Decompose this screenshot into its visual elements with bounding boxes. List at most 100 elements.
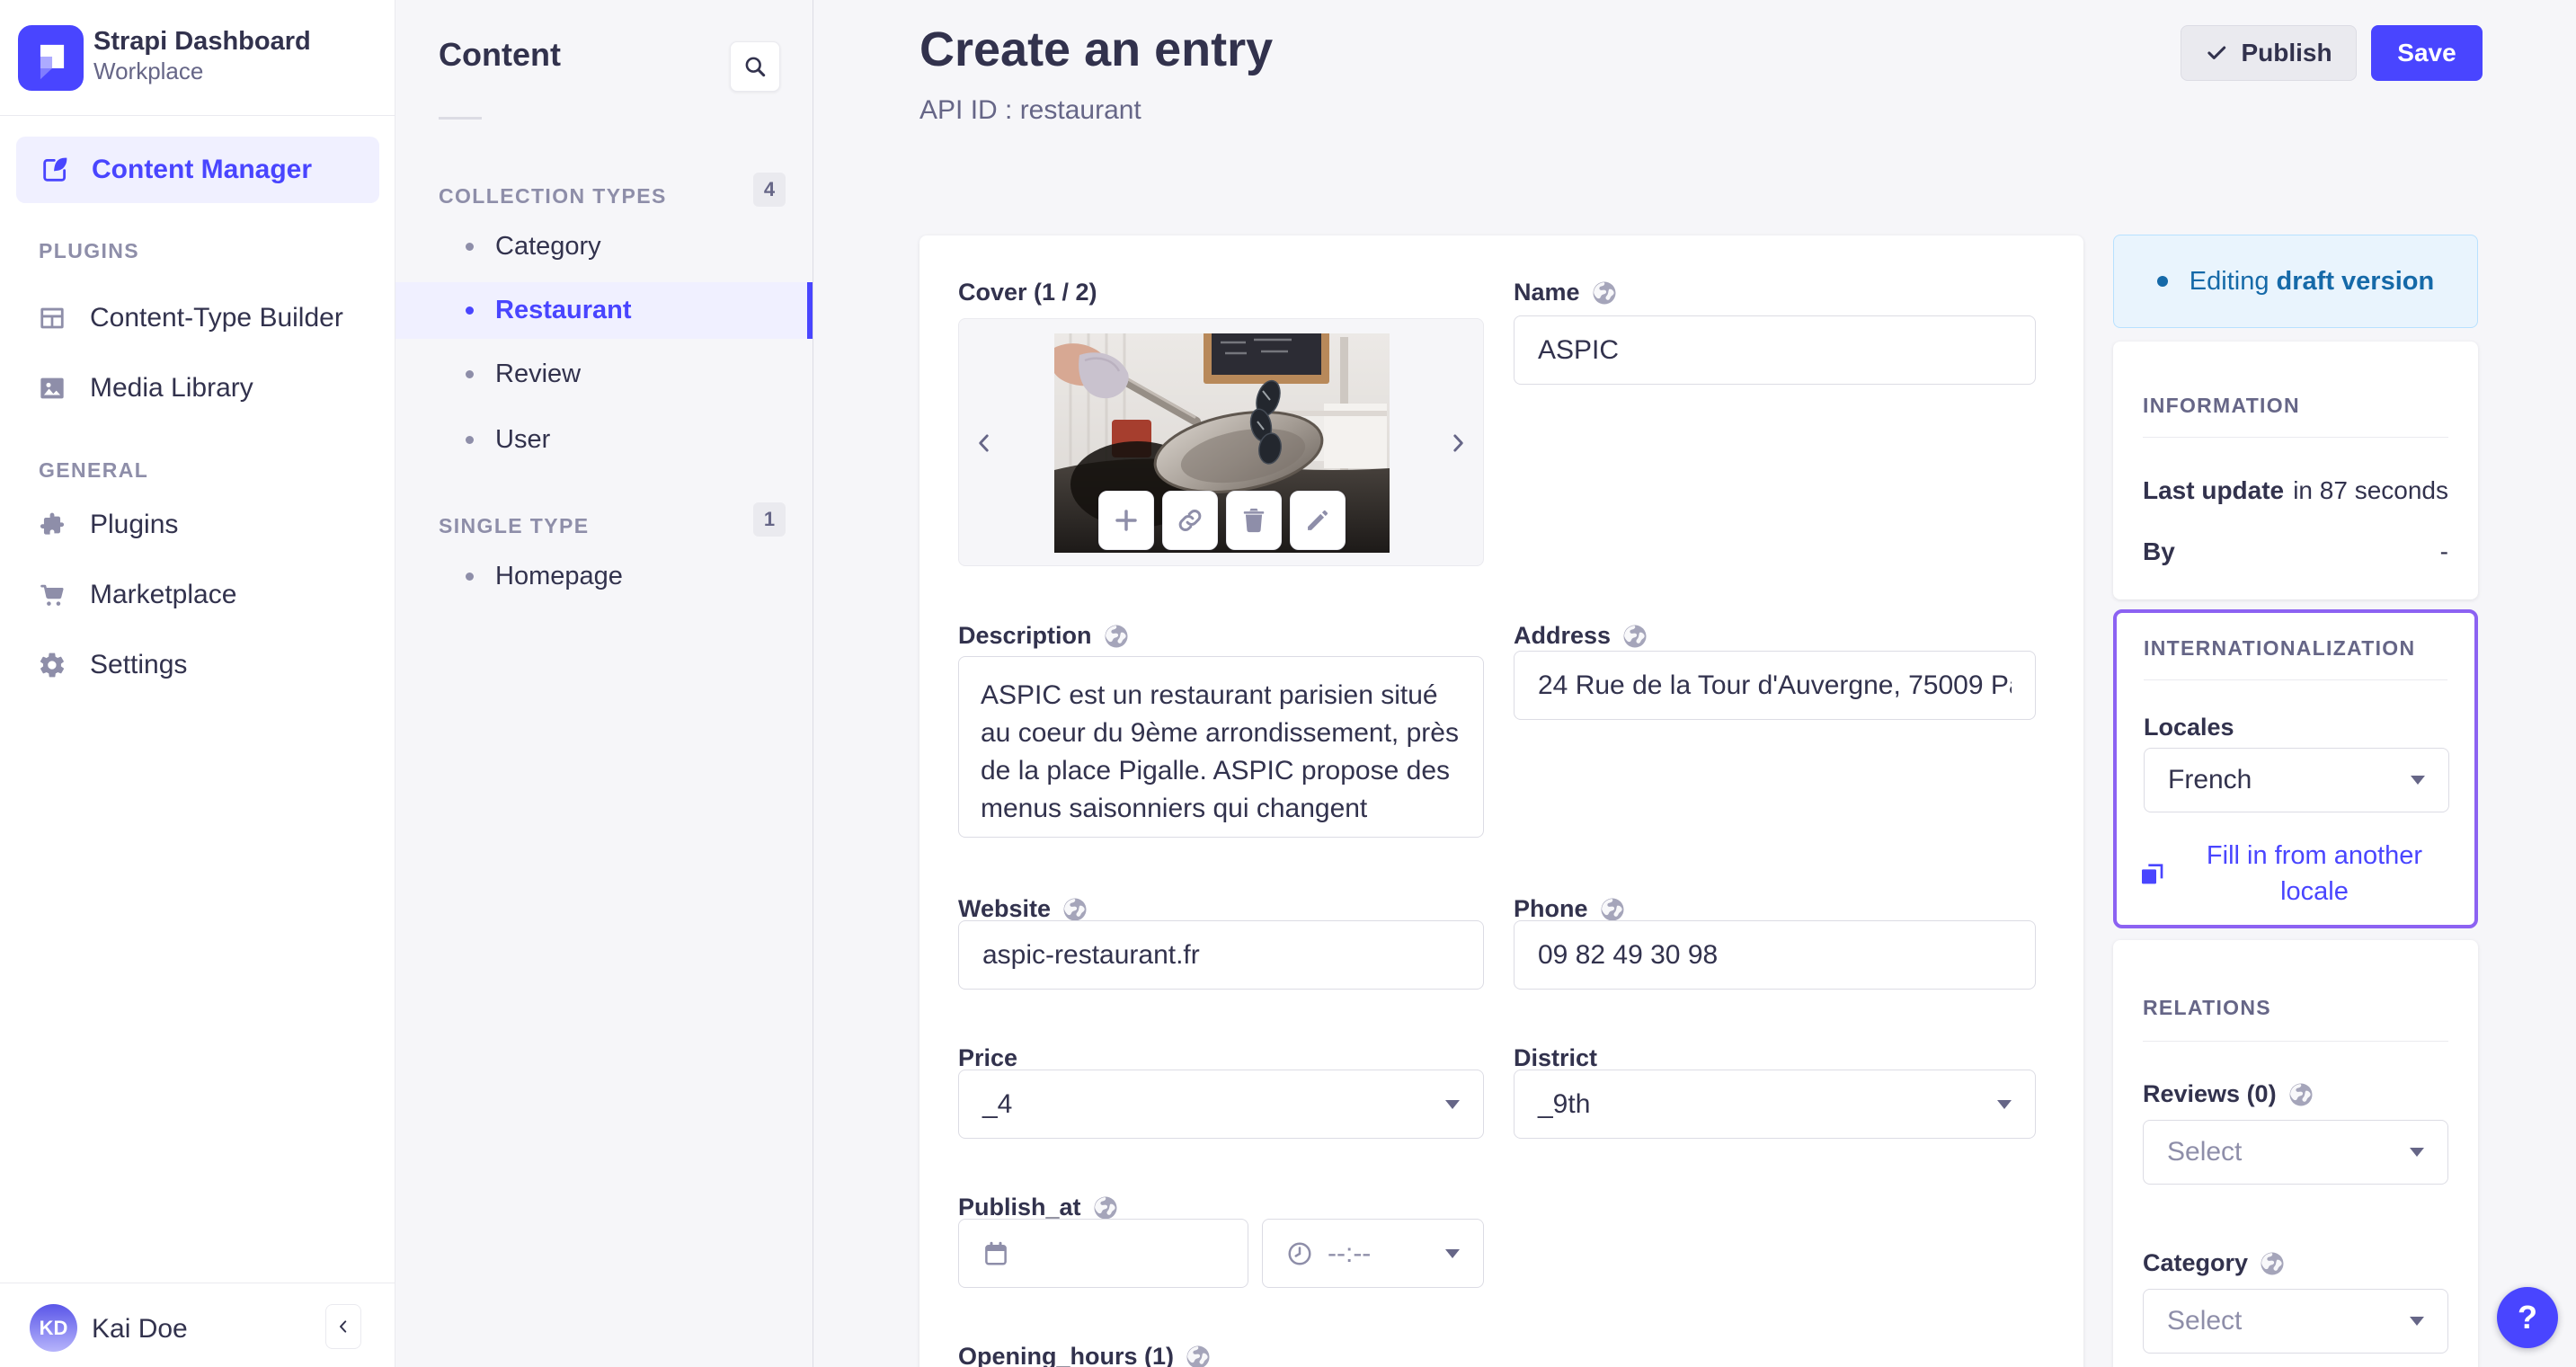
- caret-down-icon: [2410, 1148, 2424, 1157]
- layout-icon: [38, 304, 67, 333]
- time-placeholder: --:--: [1328, 1238, 1372, 1268]
- category-select[interactable]: Select: [2143, 1289, 2448, 1354]
- nav-divider: [0, 115, 395, 116]
- phone-field-label: Phone: [1514, 895, 1626, 923]
- delete-asset-button[interactable]: [1226, 491, 1282, 550]
- carousel-prev-button[interactable]: [966, 416, 1002, 470]
- bullet-icon: [466, 306, 474, 315]
- caret-down-icon: [1445, 1248, 1460, 1258]
- opening-hours-field-label: Opening_hours (1): [958, 1343, 1212, 1367]
- globe-icon: [1591, 280, 1618, 306]
- sidebar-item-label: Settings: [90, 650, 188, 679]
- chevron-right-icon: [1446, 427, 1470, 459]
- cover-carousel: [958, 318, 1484, 566]
- subnav-item-review[interactable]: Review: [395, 346, 813, 403]
- globe-icon: [1061, 896, 1088, 923]
- sidebar-item-settings[interactable]: Settings: [38, 636, 187, 694]
- globe-icon: [1621, 623, 1648, 650]
- calendar-icon: [982, 1240, 1009, 1267]
- website-input[interactable]: [958, 920, 1484, 990]
- subnav-item-label: Review: [495, 360, 582, 388]
- sidebar-item-content-type-builder[interactable]: Content-Type Builder: [38, 289, 343, 347]
- single-type-header: SINGLE TYPE: [439, 514, 590, 537]
- user-name: Kai Doe: [92, 1314, 188, 1344]
- subnav-item-label: Category: [495, 232, 601, 261]
- subnav-item-category[interactable]: Category: [395, 218, 813, 275]
- chevron-left-icon: [973, 427, 996, 459]
- publish-at-field-label: Publish_at: [958, 1194, 1119, 1221]
- by-row: By -: [2143, 537, 2448, 565]
- category-field-label: Category: [2143, 1249, 2286, 1277]
- copy-link-button[interactable]: [1162, 491, 1218, 550]
- website-field-label: Website: [958, 895, 1088, 923]
- cover-field-label: Cover (1 / 2): [958, 279, 1097, 306]
- avatar[interactable]: KD: [30, 1304, 77, 1352]
- search-button[interactable]: [730, 41, 780, 92]
- relations-title: RELATIONS: [2143, 996, 2271, 1019]
- carousel-next-button[interactable]: [1440, 416, 1476, 470]
- price-select[interactable]: _4: [958, 1070, 1484, 1139]
- sidebar-item-label: Marketplace: [90, 580, 237, 609]
- draft-status-text: Editing draft version: [2189, 266, 2435, 296]
- bullet-icon: [466, 370, 474, 378]
- collection-types-count-badge: 4: [753, 173, 786, 207]
- status-dot-icon: [2156, 276, 2168, 287]
- chevron-left-icon: [335, 1318, 351, 1335]
- divider: [2144, 679, 2447, 680]
- publish-at-date-input[interactable]: [958, 1219, 1248, 1288]
- collapse-sidebar-button[interactable]: [325, 1304, 361, 1349]
- save-button[interactable]: Save: [2371, 25, 2483, 81]
- page-title: Create an entry: [919, 22, 1274, 76]
- phone-input[interactable]: [1514, 920, 2036, 990]
- cover-actions: [1098, 491, 1346, 550]
- globe-icon: [1185, 1344, 1212, 1367]
- strapi-admin-app: Strapi Dashboard Workplace Content Manag…: [0, 0, 2576, 1367]
- sidebar-item-content-manager[interactable]: Content Manager: [16, 137, 379, 203]
- clock-icon: [1286, 1240, 1313, 1267]
- divider: [2143, 437, 2448, 438]
- sidebar-item-marketplace[interactable]: Marketplace: [38, 566, 236, 624]
- nav-section-general: GENERAL: [39, 458, 149, 482]
- search-icon: [742, 54, 768, 79]
- address-input[interactable]: [1514, 651, 2036, 720]
- subnav-item-label: Homepage: [495, 562, 623, 590]
- sidebar-item-label: Plugins: [90, 510, 179, 539]
- puzzle-icon: [38, 510, 67, 539]
- help-button[interactable]: ?: [2497, 1287, 2558, 1348]
- bullet-icon: [466, 436, 474, 444]
- api-id-subtitle: API ID : restaurant: [919, 95, 1141, 125]
- subnav-item-homepage[interactable]: Homepage: [395, 548, 813, 605]
- cart-icon: [38, 581, 67, 609]
- price-field-label: Price: [958, 1044, 1018, 1071]
- help-button-label: ?: [2518, 1299, 2537, 1336]
- subnav-item-label: User: [495, 425, 551, 454]
- reviews-select[interactable]: Select: [2143, 1120, 2448, 1185]
- add-asset-button[interactable]: [1098, 491, 1154, 550]
- publish-at-time-input[interactable]: --:--: [1262, 1219, 1484, 1288]
- pencil-icon: [1303, 506, 1332, 535]
- app-title: Strapi Dashboard: [93, 27, 311, 56]
- locale-select[interactable]: French: [2144, 748, 2449, 812]
- sidebar-item-label: Content Manager: [92, 155, 313, 184]
- caret-down-icon: [1445, 1099, 1460, 1109]
- strapi-logo-icon: [18, 25, 84, 91]
- subnav-item-label: Restaurant: [495, 296, 632, 324]
- fill-from-locale-label: Fill in from another locale: [2206, 841, 2423, 906]
- fill-from-locale-button[interactable]: Fill in from another locale: [2138, 838, 2453, 910]
- sidebar-item-plugins[interactable]: Plugins: [38, 496, 178, 554]
- globe-icon: [1103, 623, 1130, 650]
- sidebar-item-media-library[interactable]: Media Library: [38, 360, 253, 417]
- description-textarea[interactable]: ASPIC est un restaurant parisien situé a…: [958, 656, 1484, 838]
- subnav-item-user[interactable]: User: [395, 412, 813, 468]
- district-select[interactable]: _9th: [1514, 1070, 2036, 1139]
- edit-asset-button[interactable]: [1290, 491, 1346, 550]
- publish-button[interactable]: Publish: [2181, 25, 2357, 81]
- content-manager-icon: [40, 155, 70, 185]
- save-button-label: Save: [2397, 39, 2456, 67]
- media-icon: [38, 374, 67, 403]
- sidebar-item-label: Content-Type Builder: [90, 303, 343, 333]
- subnav-item-restaurant[interactable]: Restaurant: [395, 282, 813, 339]
- name-input[interactable]: [1514, 315, 2036, 385]
- content-subnav: Content COLLECTION TYPES 4 Category Rest…: [395, 0, 813, 1367]
- globe-icon: [2259, 1250, 2286, 1277]
